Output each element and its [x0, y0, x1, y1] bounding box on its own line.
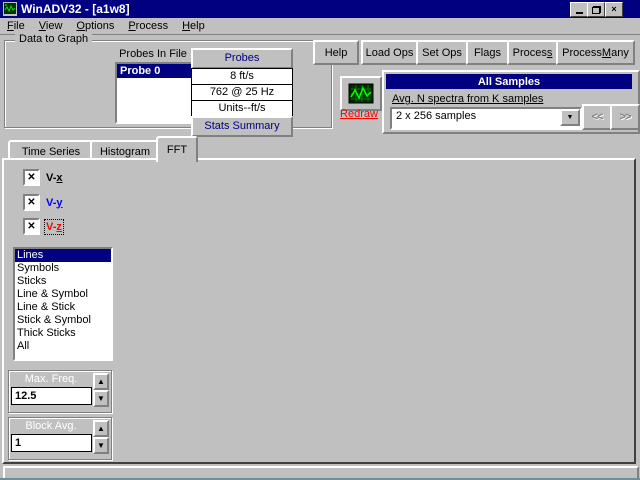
- data-to-graph-group: Data to Graph Probes In File Probe 0 Pro…: [4, 40, 332, 128]
- check-mark-icon: ✕: [27, 173, 35, 183]
- channel-row-vy: ✕ V-y: [23, 194, 63, 211]
- next-sample-button[interactable]: >>: [610, 104, 640, 130]
- spin-down-button[interactable]: ▼: [93, 390, 109, 407]
- check-mark-icon: ✕: [27, 198, 35, 208]
- app-window: WinADV32 - [a1w8] × File View Options Pr…: [0, 0, 640, 480]
- spin-down-button[interactable]: ▼: [93, 437, 109, 454]
- flags-button[interactable]: Flags: [466, 40, 509, 65]
- list-item[interactable]: Thick Sticks: [15, 327, 111, 340]
- fft-tab-page: ✕ V-x ✕ V-y ✕ V-z Lines Symbols Sticks L…: [2, 158, 636, 464]
- vx-label[interactable]: V-x: [46, 172, 63, 184]
- set-ops-button[interactable]: Set Ops: [416, 40, 468, 65]
- restore-icon: [592, 6, 601, 14]
- arrow-down-icon: ▼: [97, 395, 105, 403]
- arrow-up-icon: ▲: [97, 378, 105, 386]
- avg-spectra-label[interactable]: Avg. N spectra from K samples: [392, 93, 543, 105]
- probes-button[interactable]: Probes: [191, 48, 293, 69]
- samples-rate-field: 762 @ 25 Hz: [191, 84, 293, 101]
- group-legend: Data to Graph: [15, 33, 92, 45]
- vz-checkbox[interactable]: ✕: [23, 218, 40, 235]
- max-freq-spinner: ▲ ▼: [93, 373, 109, 407]
- velocity-range-field: 8 ft/s: [191, 68, 293, 85]
- load-ops-button[interactable]: Load Ops: [361, 40, 418, 65]
- close-icon: ×: [611, 5, 616, 14]
- minimize-button[interactable]: [570, 2, 588, 17]
- redraw-label[interactable]: Redraw: [332, 108, 386, 120]
- all-samples-header: All Samples: [386, 74, 632, 89]
- list-item[interactable]: Line & Stick: [15, 301, 111, 314]
- window-title: WinADV32 - [a1w8]: [21, 2, 130, 16]
- menu-file[interactable]: File: [0, 19, 32, 33]
- block-avg-group: Block Avg. ▲ ▼: [8, 417, 112, 460]
- process-many-button[interactable]: Process Many: [556, 40, 635, 65]
- titlebar[interactable]: WinADV32 - [a1w8] ×: [0, 0, 640, 18]
- menubar: File View Options Process Help: [0, 18, 640, 35]
- max-freq-input[interactable]: [11, 387, 92, 405]
- max-freq-label: Max. Freq.: [11, 373, 91, 385]
- combo-value: 2 x 256 samples: [396, 110, 476, 122]
- vz-label[interactable]: V-z: [46, 221, 62, 233]
- list-item[interactable]: Lines: [15, 249, 111, 262]
- spin-up-button[interactable]: ▲: [93, 373, 109, 390]
- block-avg-input[interactable]: [11, 434, 92, 452]
- probes-in-file-label: Probes In File: [113, 48, 193, 60]
- help-button[interactable]: Help: [313, 40, 359, 65]
- restore-button[interactable]: [587, 2, 605, 17]
- menu-help[interactable]: Help: [175, 19, 212, 33]
- units-field: Units--ft/s: [191, 100, 293, 117]
- vy-checkbox[interactable]: ✕: [23, 194, 40, 211]
- menu-process[interactable]: Process: [121, 19, 175, 33]
- process-button[interactable]: Process: [507, 40, 558, 65]
- vx-checkbox[interactable]: ✕: [23, 169, 40, 186]
- redraw-chart-icon: [347, 83, 375, 105]
- menu-options[interactable]: Options: [69, 19, 121, 33]
- plot-style-listbox[interactable]: Lines Symbols Sticks Line & Symbol Line …: [13, 247, 113, 361]
- check-mark-icon: ✕: [27, 222, 35, 232]
- vy-label[interactable]: V-y: [46, 197, 63, 209]
- combo-dropdown-button[interactable]: ▼: [560, 109, 580, 126]
- probes-listbox[interactable]: Probe 0: [115, 62, 193, 124]
- redraw-button[interactable]: [340, 76, 382, 111]
- spin-up-button[interactable]: ▲: [93, 420, 109, 437]
- list-item[interactable]: Sticks: [15, 275, 111, 288]
- samples-combobox[interactable]: 2 x 256 samples ▼: [390, 107, 582, 130]
- close-button[interactable]: ×: [605, 2, 623, 17]
- max-freq-group: Max. Freq. ▲ ▼: [8, 370, 112, 413]
- all-samples-panel: All Samples Avg. N spectra from K sample…: [382, 70, 640, 134]
- probe-info-column: Probes 8 ft/s 762 @ 25 Hz Units--ft/s St…: [191, 48, 293, 137]
- channel-row-vx: ✕ V-x: [23, 169, 63, 186]
- app-icon: [3, 2, 17, 16]
- tab-fft[interactable]: FFT: [156, 136, 198, 162]
- arrow-up-icon: ▲: [97, 425, 105, 433]
- channel-row-vz: ✕ V-z: [23, 218, 62, 235]
- list-item-probe[interactable]: Probe 0: [117, 64, 191, 78]
- chevron-down-icon: ▼: [567, 114, 574, 121]
- list-item[interactable]: Symbols: [15, 262, 111, 275]
- list-item[interactable]: Stick & Symbol: [15, 314, 111, 327]
- minimize-icon: [576, 12, 583, 14]
- stats-summary-button[interactable]: Stats Summary: [191, 116, 293, 137]
- arrow-down-icon: ▼: [97, 442, 105, 450]
- list-item[interactable]: All: [15, 340, 111, 353]
- menu-view[interactable]: View: [32, 19, 70, 33]
- prev-sample-button[interactable]: <<: [582, 104, 612, 130]
- block-avg-label: Block Avg.: [11, 420, 91, 432]
- list-item[interactable]: Line & Symbol: [15, 288, 111, 301]
- block-avg-spinner: ▲ ▼: [93, 420, 109, 454]
